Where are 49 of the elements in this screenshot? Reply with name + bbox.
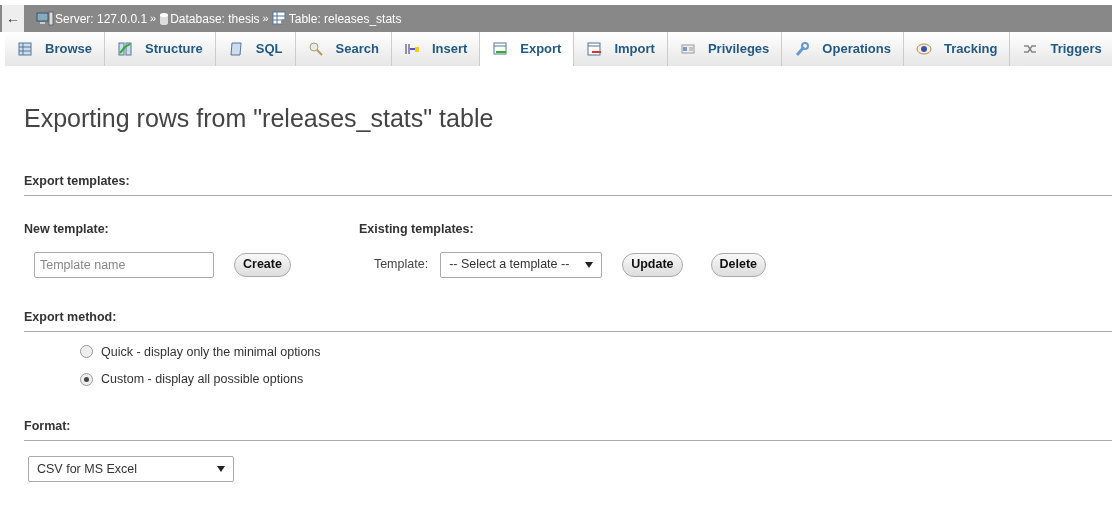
tab[interactable]: Structure	[104, 32, 216, 66]
tab[interactable]: Import	[574, 32, 668, 66]
subsection-heading: Existing templates:	[359, 221, 474, 236]
wrench-icon	[794, 41, 811, 57]
back-button[interactable]: ←	[2, 5, 24, 32]
template-name-field[interactable]: Template name	[34, 251, 214, 278]
breadcrumb-link[interactable]: Server: 127.0.0.1	[55, 9, 148, 28]
tab[interactable]: Privileges	[667, 32, 783, 66]
table-icon	[17, 41, 33, 57]
radio-label: Quick - display only the minimal options	[101, 343, 321, 361]
import-icon	[586, 41, 603, 57]
breadcrumb-separator: »	[262, 11, 269, 27]
card-icon	[679, 41, 696, 57]
format-dropdown[interactable]: CSV for MS Excel	[28, 456, 234, 482]
tab[interactable]: Tracking	[903, 32, 1011, 66]
update-button[interactable]: Update	[622, 252, 683, 277]
radio-button[interactable]	[80, 373, 93, 387]
tab[interactable]: Insert	[391, 32, 481, 66]
template-label: Template:	[373, 256, 429, 274]
breadcrumb-link[interactable]: Database: thesis	[170, 9, 260, 28]
export-icon	[492, 41, 509, 57]
page-title: Exporting rows from "releases_stats" table	[24, 103, 495, 134]
delete-button[interactable]: Delete	[710, 252, 767, 277]
template-dropdown[interactable]: -- Select a template --	[440, 251, 603, 278]
section-heading: Export templates:	[24, 173, 130, 188]
radio-button[interactable]	[80, 345, 93, 359]
caret-icon	[585, 261, 594, 268]
tab[interactable]: SQL	[215, 32, 296, 66]
tab[interactable]: Operations	[782, 32, 904, 66]
subsection-heading: New template:	[24, 221, 109, 236]
breadcrumb-link[interactable]: Table: releases_stats	[288, 9, 402, 28]
radio-label: Custom - display all possible options	[101, 371, 304, 389]
search-icon	[307, 41, 324, 57]
create-button[interactable]: Create	[234, 252, 291, 277]
tab[interactable]: Search	[295, 32, 392, 66]
eye-icon	[915, 41, 932, 57]
database-icon	[159, 11, 170, 26]
section-heading: Format:	[24, 419, 71, 433]
section-heading: Export method:	[24, 309, 117, 324]
breadcrumb-separator: »	[150, 11, 157, 27]
document-icon	[227, 41, 244, 57]
structure-icon	[116, 41, 133, 57]
insert-icon	[403, 41, 420, 57]
tab[interactable]: Export	[480, 32, 575, 66]
computer-icon	[36, 10, 54, 27]
tab[interactable]: Triggers	[1010, 32, 1112, 66]
table-icon	[271, 11, 288, 26]
caret-icon	[217, 466, 225, 472]
tab[interactable]: Browse	[5, 32, 105, 66]
